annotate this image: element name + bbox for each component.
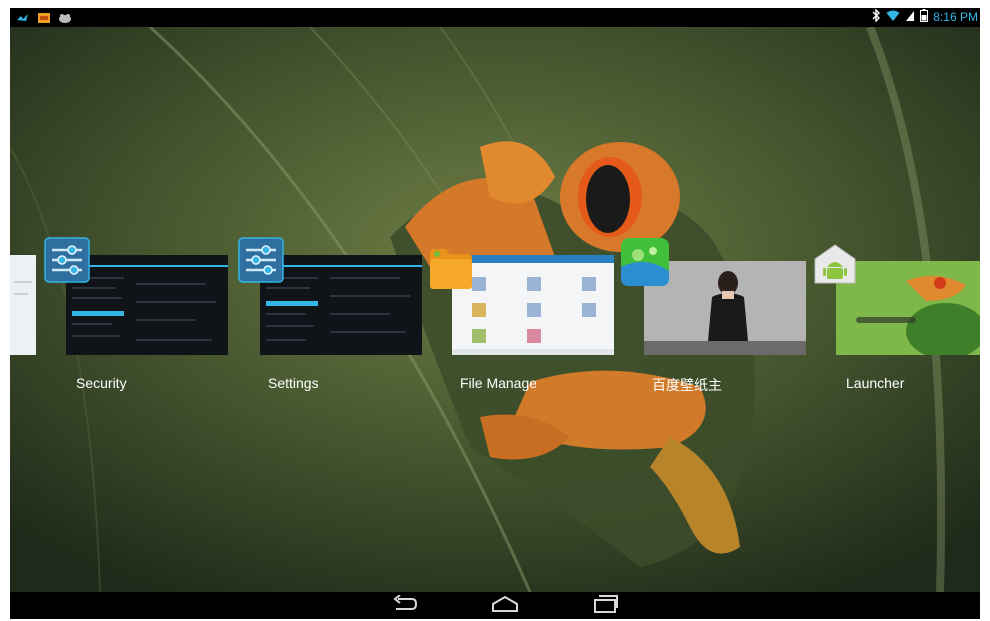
recent-app-thumbnail (10, 255, 36, 355)
recent-app-card-file-manager[interactable]: File Manage (428, 237, 618, 397)
back-icon (392, 593, 418, 618)
recent-app-label: Launcher (846, 375, 905, 391)
recent-app-thumbnail (66, 255, 228, 355)
recent-app-card-wallpaper[interactable]: 百度壁纸主 (620, 237, 810, 397)
recent-app-card-partial[interactable] (10, 255, 36, 355)
bluetooth-icon (871, 8, 881, 25)
recent-app-thumbnail (260, 255, 422, 355)
navigation-bar (10, 592, 980, 619)
recents-icon (592, 594, 618, 619)
status-time: 8:16 PM (933, 10, 978, 24)
recent-app-label: 百度壁纸主 (652, 377, 722, 393)
back-button[interactable] (390, 593, 420, 618)
folder-app-icon (428, 245, 474, 291)
recent-app-card-launcher[interactable]: Launcher (810, 237, 980, 397)
device-screen: 8:16 PM Security Settings File Manage 百度… (10, 8, 980, 619)
battery-icon (920, 9, 929, 25)
settings-app-icon (238, 237, 284, 283)
recent-app-label: File Manage (460, 375, 536, 391)
home-button[interactable] (490, 595, 520, 617)
wallpaper-app-icon (620, 237, 669, 286)
home-icon (491, 595, 519, 618)
recent-app-card-settings[interactable]: Settings (234, 237, 424, 397)
signal-icon (905, 10, 915, 25)
recents-button[interactable] (590, 594, 620, 619)
wallpaper: Security Settings File Manage 百度壁纸主 Laun… (10, 27, 980, 592)
recent-app-card-security[interactable]: Security (40, 237, 230, 397)
recent-app-thumbnail (452, 255, 614, 355)
android-app-icon (812, 241, 858, 287)
wifi-icon (886, 10, 900, 25)
recent-app-label: Security (76, 375, 127, 391)
recent-app-label: Settings (268, 375, 319, 391)
settings-app-icon (44, 237, 90, 283)
status-bar: 8:16 PM (10, 8, 980, 27)
